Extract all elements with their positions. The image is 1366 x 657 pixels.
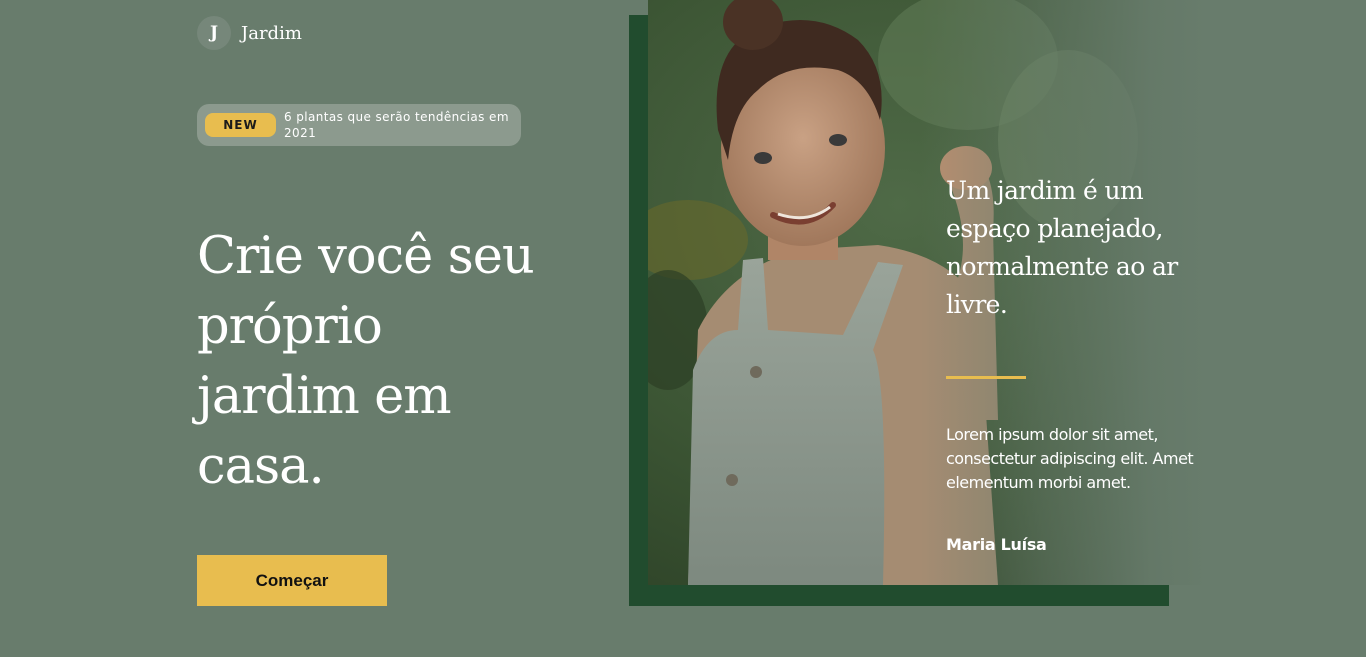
logo-mark-icon: J bbox=[197, 16, 231, 50]
announcement-text: 6 plantas que serão tendências em 2021 bbox=[284, 110, 509, 140]
brand-logo[interactable]: J Jardim bbox=[197, 16, 302, 50]
testimonial-body: Lorem ipsum dolor sit amet, consectetur … bbox=[946, 425, 1194, 492]
quote-divider bbox=[946, 376, 1026, 379]
hero-headline: Crie você seu próprio jardim em casa. bbox=[197, 227, 535, 496]
announcement-pill[interactable]: NEW 6 plantas que serão tendências em 20… bbox=[197, 104, 521, 146]
testimonial-author: Maria Luísa bbox=[946, 535, 1047, 554]
testimonial-quote: Um jardim é um espaço planejado, normalm… bbox=[946, 176, 1178, 319]
new-badge: NEW bbox=[205, 113, 276, 137]
brand-name: Jardim bbox=[241, 22, 302, 44]
landing-page: J Jardim NEW 6 plantas que serão tendênc… bbox=[0, 0, 1366, 657]
start-button[interactable]: Começar bbox=[197, 555, 387, 606]
